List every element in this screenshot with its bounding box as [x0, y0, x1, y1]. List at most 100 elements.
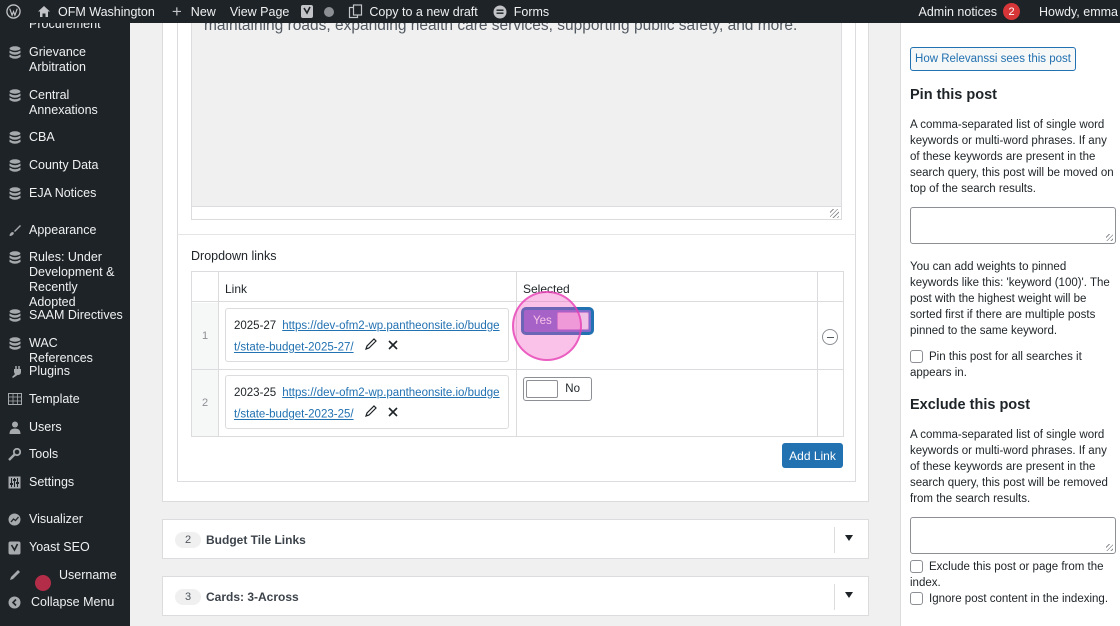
menu-item-rules[interactable]: Rules: Under Development & Recently Adop…	[0, 250, 130, 310]
exclude-description: A comma-separated list of single word ke…	[910, 429, 1108, 505]
menu-item-settings[interactable]: Settings	[0, 475, 130, 490]
pin-description: A comma-separated list of single word ke…	[910, 119, 1114, 195]
layout-cards-3-across[interactable]: 3 Cards: 3-Across	[162, 576, 869, 616]
field-separator	[177, 234, 855, 235]
view-page-label: View Page	[229, 4, 290, 19]
layout-border-left	[177, 0, 178, 482]
cursor-indicator	[35, 575, 51, 591]
toggle-label: No	[565, 383, 580, 395]
admin-notices-link[interactable]: Admin notices 2	[912, 0, 1033, 23]
dropdown-links-label: Dropdown links	[191, 249, 277, 263]
remove-link-button[interactable]	[388, 337, 398, 358]
copy-draft-label: Copy to a new draft	[369, 4, 478, 19]
edit-link-button[interactable]	[364, 337, 377, 358]
exclude-heading: Exclude this post	[910, 397, 1031, 413]
paintbrush-icon	[0, 223, 29, 238]
user-account-menu[interactable]: Howdy, emma	[1032, 0, 1120, 23]
menu-item-plugins[interactable]: Plugins	[0, 364, 130, 379]
view-page-link[interactable]: View Page	[223, 0, 297, 23]
resize-handle-icon[interactable]	[1106, 544, 1113, 551]
layout-border-bottom	[177, 481, 855, 482]
database-icon	[0, 336, 29, 366]
weights-description: You can add weights to pinned keywords l…	[910, 261, 1110, 337]
link-title: 2023-25	[234, 387, 277, 399]
new-content-link[interactable]: + New	[162, 0, 223, 23]
exclude-from-index-label: Exclude this post or page from the index…	[910, 561, 1104, 589]
remove-row-button[interactable]	[822, 329, 838, 345]
database-icon	[0, 158, 29, 173]
menu-item-procurement[interactable]: Procurement	[0, 23, 130, 32]
layout-budget-tile-links[interactable]: 2 Budget Tile Links	[162, 519, 869, 559]
forms-label: Forms	[513, 4, 550, 19]
pin-keywords-textarea[interactable]	[910, 207, 1116, 244]
new-label: New	[190, 4, 216, 19]
pin-heading: Pin this post	[910, 87, 997, 103]
how-relevanssi-sees-button[interactable]: How Relevanssi sees this post	[910, 47, 1076, 71]
database-icon	[0, 130, 29, 145]
yoast-menu[interactable]	[296, 0, 318, 23]
menu-item-tools[interactable]: Tools	[0, 447, 130, 462]
content-textarea[interactable]: maintaining roads, expanding health care…	[191, 0, 842, 220]
click-indicator	[512, 291, 582, 361]
menu-item-central-annexations[interactable]: Central Annexations	[0, 88, 130, 118]
database-icon	[0, 88, 29, 118]
template-grid-icon	[0, 392, 29, 407]
yoast-icon	[301, 5, 314, 18]
layout-divider	[834, 584, 835, 610]
caret-down-icon[interactable]	[845, 535, 853, 541]
plugin-icon	[0, 364, 29, 379]
wordpress-icon	[6, 4, 21, 19]
seo-status-indicator[interactable]	[318, 0, 340, 23]
collapse-menu-button[interactable]: Collapse Menu	[0, 595, 130, 610]
toggle-knob	[526, 380, 558, 398]
chart-icon	[0, 512, 29, 527]
notices-count-badge: 2	[1003, 3, 1021, 20]
menu-item-yoast-seo[interactable]: Yoast SEO	[0, 540, 130, 555]
admin-sidebar: Procurement Grievance Arbitration Centra…	[0, 23, 130, 626]
admin-bar: OFM Washington + New View Page Copy to a…	[0, 0, 1120, 23]
caret-down-icon[interactable]	[845, 592, 853, 598]
add-link-button[interactable]: Add Link	[782, 443, 843, 468]
edit-link-button[interactable]	[364, 404, 377, 425]
menu-item-wac-references[interactable]: WAC References	[0, 336, 130, 366]
layout-order-badge: 2	[175, 532, 201, 548]
menu-item-county-data[interactable]: County Data	[0, 158, 130, 173]
row-divider	[192, 369, 843, 370]
forms-icon	[492, 4, 508, 20]
resize-handle-icon[interactable]	[830, 209, 839, 218]
layout-title: Cards: 3-Across	[206, 590, 299, 604]
menu-item-template[interactable]: Template	[0, 392, 130, 407]
menu-item-visualizer[interactable]: Visualizer	[0, 512, 130, 527]
close-icon	[388, 407, 398, 417]
database-icon	[0, 45, 29, 75]
pin-all-label: Pin this post for all searches it appear…	[910, 351, 1082, 379]
link-field-row-1: 2025-27 https://dev-ofm2-wp.pantheonsite.…	[225, 308, 509, 362]
column-header-link: Link	[225, 282, 248, 296]
column-divider	[516, 272, 517, 436]
site-name: OFM Washington	[58, 4, 155, 19]
menu-item-cba[interactable]: CBA	[0, 130, 130, 145]
layout-border-right	[855, 0, 856, 482]
remove-link-button[interactable]	[388, 404, 398, 425]
menu-item-appearance[interactable]: Appearance	[0, 223, 130, 238]
collapse-arrow-icon	[0, 595, 29, 610]
exclude-keywords-textarea[interactable]	[910, 517, 1116, 554]
ignore-content-checkbox[interactable]	[910, 592, 923, 605]
menu-item-saam-directives[interactable]: SAAM Directives	[0, 308, 130, 323]
wordpress-logo-button[interactable]	[0, 0, 29, 23]
menu-item-users[interactable]: Users	[0, 420, 130, 435]
menu-item-username[interactable]: Username	[0, 568, 130, 583]
database-icon	[0, 186, 29, 201]
menu-item-grievance-arbitration[interactable]: Grievance Arbitration	[0, 45, 130, 75]
minus-icon	[826, 336, 834, 338]
selected-toggle-row-2[interactable]: No	[523, 377, 592, 401]
site-name-link[interactable]: OFM Washington	[29, 0, 162, 23]
layout-title: Budget Tile Links	[206, 533, 306, 547]
users-icon	[0, 420, 29, 435]
home-icon	[36, 4, 52, 20]
pencil-icon	[364, 405, 377, 417]
menu-item-eja-notices[interactable]: EJA Notices	[0, 186, 130, 201]
resize-handle-icon[interactable]	[1106, 234, 1113, 241]
forms-link[interactable]: Forms	[485, 0, 556, 23]
copy-to-draft-link[interactable]: Copy to a new draft	[340, 0, 484, 23]
